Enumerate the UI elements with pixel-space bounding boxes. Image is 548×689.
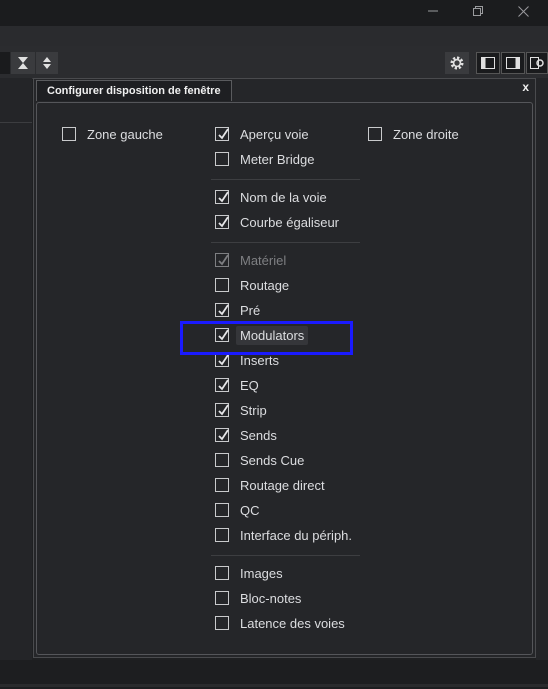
- sort-button[interactable]: [36, 52, 58, 74]
- left-background-panel: [0, 78, 32, 689]
- checkbox-unchecked-icon[interactable]: [215, 453, 229, 467]
- checkbox-sends-cue[interactable]: Sends Cue: [215, 449, 304, 471]
- checkbox-sends[interactable]: Sends: [215, 424, 277, 446]
- checkbox-unchecked-icon[interactable]: [368, 127, 382, 141]
- checkbox-zone-droite[interactable]: Zone droite: [368, 123, 459, 145]
- checkbox-checked-icon[interactable]: [215, 190, 229, 204]
- checkbox-zone-gauche[interactable]: Zone gauche: [62, 123, 163, 145]
- toolbar-field[interactable]: [0, 52, 10, 74]
- checkbox-unchecked-icon[interactable]: [215, 566, 229, 580]
- checkbox-label: Matériel: [240, 252, 287, 268]
- horizontal-scrollbar[interactable]: [0, 684, 548, 687]
- up-down-arrows-icon: [43, 57, 51, 69]
- checkbox-label: Interface du périph.: [240, 527, 353, 543]
- checkbox-unchecked-icon[interactable]: [215, 278, 229, 292]
- dialog-close-button[interactable]: x: [522, 80, 529, 94]
- checkbox-pre[interactable]: Pré: [215, 299, 260, 321]
- checkbox-label: Sends Cue: [240, 452, 305, 468]
- checkbox-unchecked-icon[interactable]: [215, 616, 229, 630]
- checkbox-unchecked-icon[interactable]: [215, 591, 229, 605]
- checkbox-label: Sends: [240, 427, 277, 443]
- dialog-panel: [36, 102, 533, 655]
- checkbox-unchecked-icon[interactable]: [215, 478, 229, 492]
- checkbox-label: Aperçu voie: [240, 126, 309, 142]
- checkbox-label: Latence des voies: [240, 615, 345, 631]
- minimize-button[interactable]: [413, 0, 453, 22]
- checkbox-routage[interactable]: Routage: [215, 274, 289, 296]
- checkbox-materiel: Matériel: [215, 249, 286, 271]
- checkbox-label: Nom de la voie: [240, 189, 327, 205]
- checkbox-nom-de-la-voie[interactable]: Nom de la voie: [215, 186, 327, 208]
- right-zone-toggle[interactable]: [501, 52, 525, 74]
- checkbox-unchecked-icon[interactable]: [215, 503, 229, 517]
- restore-icon: [473, 6, 483, 16]
- left-zone-toggle[interactable]: [476, 52, 500, 74]
- checkbox-label: Courbe égaliseur: [240, 214, 340, 230]
- right-background-panel: [536, 78, 548, 689]
- checkbox-latence-des-voies[interactable]: Latence des voies: [215, 612, 345, 634]
- checkbox-apercu-voie[interactable]: Aperçu voie: [215, 123, 309, 145]
- checkbox-checked-icon[interactable]: [215, 127, 229, 141]
- checkbox-images[interactable]: Images: [215, 562, 283, 584]
- checkbox-qc[interactable]: QC: [215, 499, 260, 521]
- checkbox-courbe-egaliseur[interactable]: Courbe égaliseur: [215, 211, 339, 233]
- checkbox-label: Zone gauche: [87, 126, 163, 142]
- checkbox-interface-du-periph[interactable]: Interface du périph.: [215, 524, 352, 546]
- checkbox-unchecked-icon[interactable]: [215, 152, 229, 166]
- checkbox-label: Zone droite: [393, 126, 459, 142]
- checkbox-unchecked-icon[interactable]: [215, 528, 229, 542]
- checkbox-eq[interactable]: EQ: [215, 374, 259, 396]
- settings-button[interactable]: [445, 52, 469, 74]
- layout-settings-button[interactable]: [526, 52, 548, 74]
- title-bar: [0, 0, 548, 26]
- group-separator: [211, 179, 360, 180]
- checkbox-label: Routage: [240, 277, 290, 293]
- group-separator: [211, 242, 360, 243]
- checkbox-label: Meter Bridge: [240, 151, 315, 167]
- checkbox-label: Images: [240, 565, 283, 581]
- menu-strip: [0, 26, 548, 46]
- checkbox-bloc-notes[interactable]: Bloc-notes: [215, 587, 301, 609]
- close-icon: [517, 5, 529, 17]
- checkbox-routage-direct[interactable]: Routage direct: [215, 474, 325, 496]
- panel-settings-icon: [530, 57, 544, 69]
- checkbox-label: QC: [240, 502, 260, 518]
- checkbox-unchecked-icon[interactable]: [62, 127, 76, 141]
- group-separator: [211, 555, 360, 556]
- checkbox-checked-icon[interactable]: [215, 403, 229, 417]
- checkbox-strip[interactable]: Strip: [215, 399, 267, 421]
- checkbox-checked-icon[interactable]: [215, 428, 229, 442]
- restore-button[interactable]: [458, 0, 498, 22]
- dialog-title: Configurer disposition de fenêtre: [36, 80, 232, 101]
- checkbox-label: Bloc-notes: [240, 590, 302, 606]
- checkbox-checked-icon[interactable]: [215, 303, 229, 317]
- hourglass-button[interactable]: [11, 52, 35, 74]
- gear-icon: [450, 56, 464, 70]
- checkbox-meter-bridge[interactable]: Meter Bridge: [215, 148, 314, 170]
- checkbox-label: EQ: [240, 377, 259, 393]
- hourglass-icon: [18, 57, 28, 69]
- checkbox-label: Pré: [240, 302, 261, 318]
- annotation-highlight-box: [180, 321, 353, 355]
- minimize-icon: [428, 10, 438, 12]
- left-panel-icon: [481, 57, 495, 69]
- checkbox-checked-icon: [215, 253, 229, 267]
- checkbox-label: Strip: [240, 402, 267, 418]
- checkbox-checked-icon[interactable]: [215, 215, 229, 229]
- window-close-button[interactable]: [503, 0, 543, 22]
- checkbox-checked-icon[interactable]: [215, 353, 229, 367]
- checkbox-label: Routage direct: [240, 477, 325, 493]
- bottom-area: [0, 660, 548, 689]
- right-panel-icon: [506, 57, 520, 69]
- checkbox-checked-icon[interactable]: [215, 378, 229, 392]
